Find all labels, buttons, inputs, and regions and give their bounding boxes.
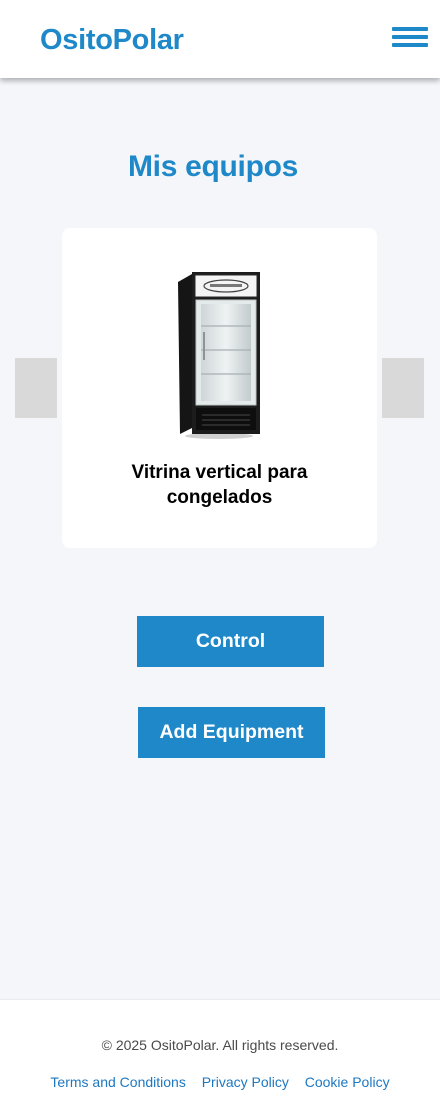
footer-links: Terms and Conditions Privacy Policy Cook…: [0, 1073, 440, 1091]
control-button[interactable]: Control: [137, 616, 324, 667]
equipment-name: Vitrina vertical para congelados: [131, 462, 308, 508]
carousel-next-button[interactable]: [382, 358, 424, 418]
privacy-link[interactable]: Privacy Policy: [202, 1074, 289, 1090]
brand-logo[interactable]: OsitoPolar: [40, 22, 184, 58]
carousel-prev-button[interactable]: [15, 358, 57, 418]
cookie-link[interactable]: Cookie Policy: [305, 1074, 390, 1090]
page-title: Mis equipos: [127, 150, 299, 183]
menu-bar: [392, 27, 428, 31]
vertical-freezer-display-icon: [178, 272, 260, 439]
hamburger-menu-icon[interactable]: [392, 27, 429, 49]
menu-bar: [392, 43, 428, 47]
app-header: OsitoPolar: [0, 0, 440, 78]
terms-link[interactable]: Terms and Conditions: [50, 1074, 185, 1090]
copyright-text: © 2025 OsitoPolar. All rights reserved.: [101, 1037, 339, 1053]
page-footer: © 2025 OsitoPolar. All rights reserved. …: [0, 999, 440, 1097]
equipment-card[interactable]: Vitrina vertical para congelados: [62, 228, 377, 548]
menu-bar: [392, 35, 428, 39]
add-equipment-button[interactable]: Add Equipment: [138, 707, 325, 758]
